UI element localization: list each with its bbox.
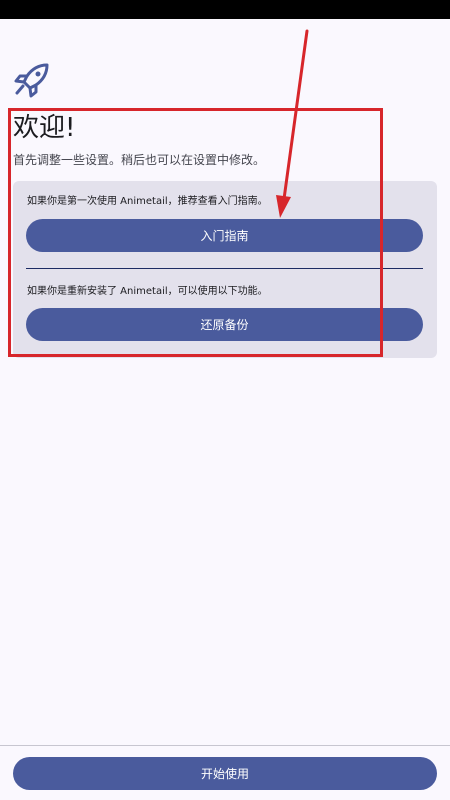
status-bar: [0, 0, 450, 19]
rocket-icon: [14, 63, 49, 98]
restore-backup-button[interactable]: 还原备份: [26, 308, 423, 341]
setup-card: 如果你是第一次使用 Animetail，推荐查看入门指南。 入门指南 如果你是重…: [13, 181, 437, 358]
start-using-button[interactable]: 开始使用: [13, 757, 437, 790]
restore-description: 如果你是重新安装了 Animetail，可以使用以下功能。: [27, 286, 268, 297]
card-divider: [26, 268, 423, 269]
guide-description: 如果你是第一次使用 Animetail，推荐查看入门指南。: [27, 196, 268, 207]
bottom-divider: [0, 745, 450, 746]
page-subtitle: 首先调整一些设置。稍后也可以在设置中修改。: [13, 153, 266, 167]
page-title: 欢迎!: [13, 113, 76, 143]
getting-started-guide-button[interactable]: 入门指南: [26, 219, 423, 252]
